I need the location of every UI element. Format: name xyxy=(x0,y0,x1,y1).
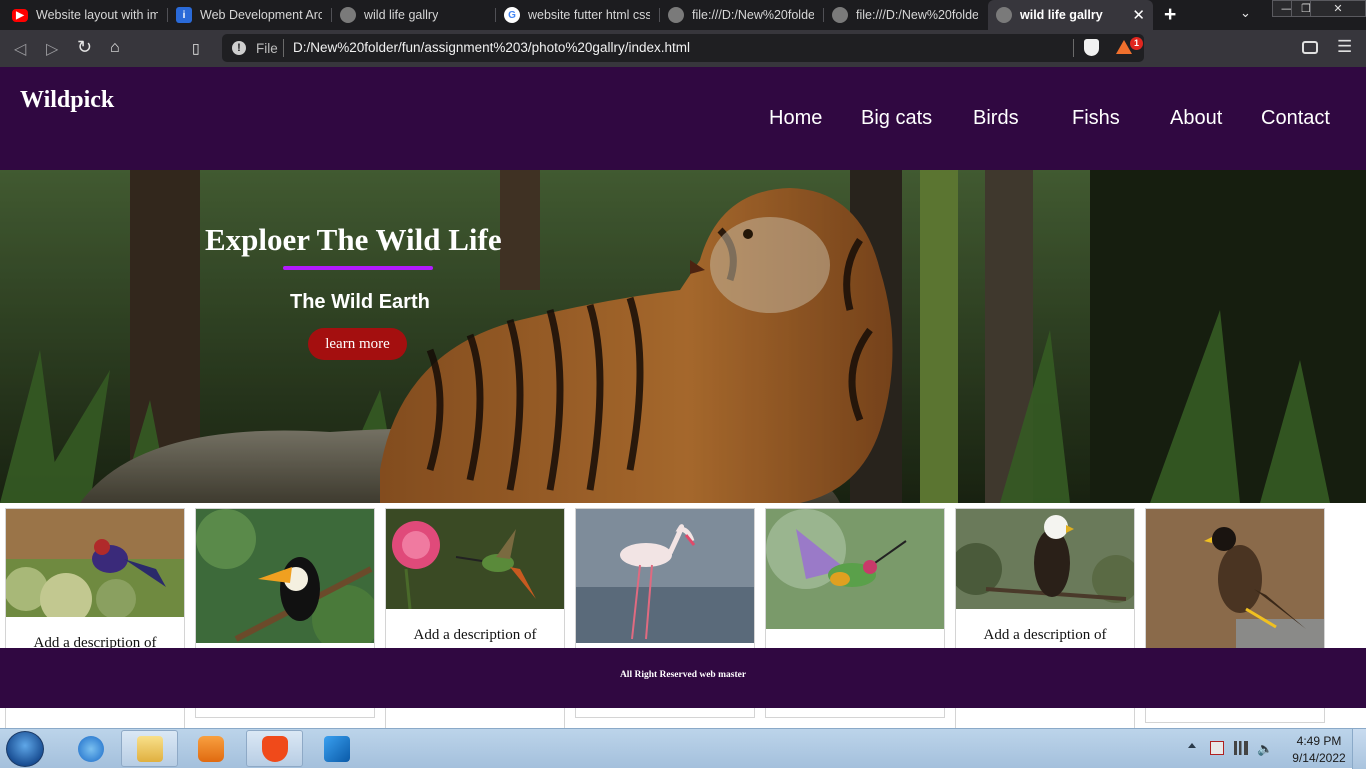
youtube-icon: ▶ xyxy=(12,8,28,22)
hummingbird-flying-image xyxy=(766,509,944,629)
tab-title: Website layout with ima xyxy=(36,8,158,22)
brand-logo[interactable]: Wildpick xyxy=(20,87,114,114)
hummingbird-flower-image xyxy=(386,509,564,609)
myna-image xyxy=(1146,509,1324,651)
footer-text: All Right Reserved web master xyxy=(619,670,747,680)
clock-date[interactable]: 9/14/2022 xyxy=(1280,751,1358,765)
tab-title: Web Development Arch xyxy=(200,8,322,22)
nav-big-cats[interactable]: Big cats xyxy=(861,107,932,130)
hero-banner: Exploer The Wild Life The Wild Earth lea… xyxy=(0,170,1366,503)
hero-subtitle: The Wild Earth xyxy=(290,291,430,313)
web-page: Wildpick Home Big cats Birds Fishs About… xyxy=(0,67,1366,728)
wallet-icon[interactable] xyxy=(1302,41,1318,54)
hero-underline xyxy=(283,266,433,270)
google-icon: G xyxy=(504,7,520,23)
browser-toolbar: ◁ ▷ ↻ ⌂ ▯ ! File D:/New%20folder/fun/ass… xyxy=(0,30,1366,67)
windows-taskbar: 🔈 4:49 PM 9/14/2022 xyxy=(0,728,1366,769)
nav-about[interactable]: About xyxy=(1170,107,1222,130)
nav-contact[interactable]: Contact xyxy=(1261,107,1330,130)
card-description: Add a description of xyxy=(983,627,1107,643)
forward-icon[interactable]: ▷ xyxy=(46,39,58,59)
site-info-icon[interactable]: ! xyxy=(232,41,246,55)
site-icon: i xyxy=(176,7,192,23)
nav-fishs[interactable]: Fishs xyxy=(1072,107,1120,130)
globe-icon xyxy=(832,7,848,23)
globe-icon xyxy=(996,7,1012,23)
url-text[interactable]: D:/New%20folder/fun/assignment%203/photo… xyxy=(293,40,690,55)
address-bar[interactable]: ! File D:/New%20folder/fun/assignment%20… xyxy=(222,34,1144,62)
tab-bar: ▶ Website layout with ima i Web Developm… xyxy=(0,0,1366,30)
globe-icon xyxy=(340,7,356,23)
tab-2[interactable]: i Web Development Arch xyxy=(168,0,330,30)
start-button[interactable] xyxy=(6,731,44,767)
tab-6[interactable]: file:///D:/New%20folder xyxy=(824,0,986,30)
network-icon[interactable] xyxy=(1234,741,1248,755)
globe-icon xyxy=(668,7,684,23)
hero-title: Exploer The Wild Life xyxy=(205,222,502,257)
tab-title: wild life gallry xyxy=(364,8,439,22)
clock-time[interactable]: 4:49 PM xyxy=(1280,734,1358,748)
card-description: Add a description of xyxy=(413,627,537,643)
bald-eagle-image xyxy=(956,509,1134,609)
brave-shield-icon[interactable] xyxy=(1084,39,1099,56)
internet-explorer-icon[interactable] xyxy=(62,730,119,767)
tab-title: file:///D:/New%20folder xyxy=(856,8,978,22)
url-scheme-label: File xyxy=(256,41,278,56)
bird-on-branch-image xyxy=(6,509,184,617)
menu-icon[interactable]: ☰ xyxy=(1337,37,1352,57)
bookmark-icon[interactable]: ▯ xyxy=(192,40,200,57)
site-footer: All Right Reserved web master xyxy=(0,648,1366,708)
tab-3[interactable]: wild life gallry xyxy=(332,0,494,30)
card-description xyxy=(766,629,944,647)
site-header: Wildpick Home Big cats Birds Fishs About… xyxy=(0,67,1366,170)
nav-birds[interactable]: Birds xyxy=(973,107,1019,130)
back-icon[interactable]: ◁ xyxy=(14,39,26,59)
show-desktop-button[interactable] xyxy=(1352,729,1366,769)
file-explorer-icon[interactable] xyxy=(121,730,178,767)
learn-more-button[interactable]: learn more xyxy=(308,328,407,360)
vscode-icon[interactable] xyxy=(308,730,365,767)
toucan-image xyxy=(196,509,374,643)
tab-title: wild life gallry xyxy=(1020,8,1103,22)
rewards-badge: 1 xyxy=(1130,37,1143,50)
flamingo-image xyxy=(576,509,754,643)
close-tab-icon[interactable]: ✕ xyxy=(1132,6,1145,24)
tab-1[interactable]: ▶ Website layout with ima xyxy=(4,0,166,30)
tab-active[interactable]: wild life gallry ✕ xyxy=(988,0,1153,30)
card-description: Add a description of xyxy=(33,635,157,651)
tab-title: website futter html css s xyxy=(528,8,650,22)
new-tab-button[interactable]: + xyxy=(1164,3,1176,27)
nav-home[interactable]: Home xyxy=(769,107,822,130)
tab-5[interactable]: file:///D:/New%20folder xyxy=(660,0,822,30)
tab-list-chevron-icon[interactable]: ⌄ xyxy=(1240,5,1251,21)
tiger-hero-image xyxy=(0,170,1366,503)
tab-title: file:///D:/New%20folder xyxy=(692,8,814,22)
tab-4[interactable]: G website futter html css s xyxy=(496,0,658,30)
action-center-icon[interactable] xyxy=(1210,741,1224,755)
close-window-button[interactable]: ✕ xyxy=(1310,0,1366,17)
media-player-icon[interactable] xyxy=(182,730,239,767)
home-icon[interactable]: ⌂ xyxy=(110,39,120,57)
reload-icon[interactable]: ↻ xyxy=(77,37,92,58)
volume-icon[interactable]: 🔈 xyxy=(1257,741,1273,756)
show-hidden-icons[interactable] xyxy=(1188,743,1196,748)
brave-icon[interactable] xyxy=(246,730,303,767)
